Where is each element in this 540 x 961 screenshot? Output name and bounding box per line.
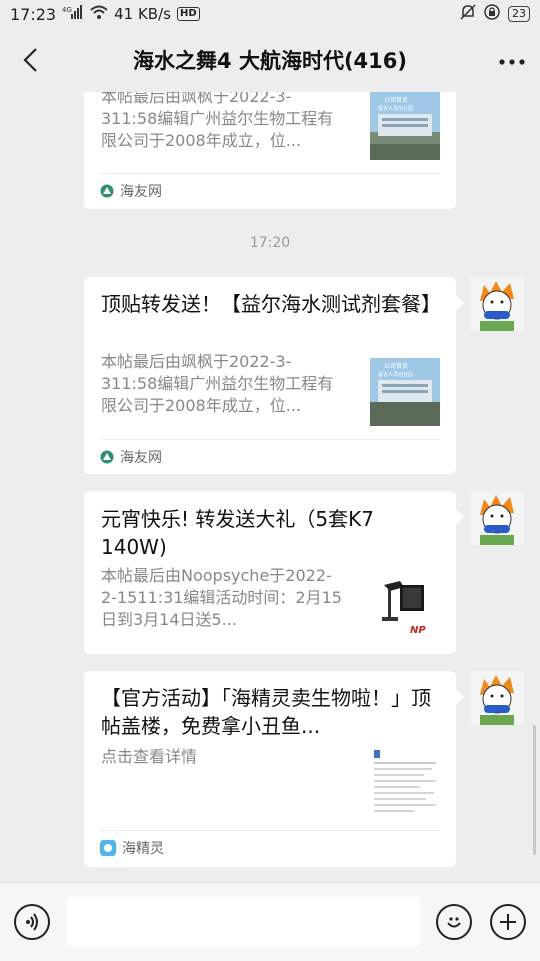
message-card[interactable]: 顶贴转发送！【益尔海水测试剂套餐】 本帖最后由飒枫于2022-3-311:58编…	[84, 277, 464, 474]
signal-icon: 4G	[62, 5, 84, 23]
timestamp: 17:20	[249, 235, 291, 251]
mute-icon	[460, 4, 476, 24]
plus-icon[interactable]	[490, 904, 526, 940]
message-input[interactable]	[66, 897, 420, 947]
message-title: 【官方活动】「海精灵卖生物啦！」顶帖盖楼，免费拿小丑鱼...	[101, 686, 431, 738]
avatar[interactable]	[470, 671, 524, 725]
source-icon	[100, 840, 116, 856]
chat-area[interactable]: 本帖最后由飒枫于2022-3-311:58编辑广州益尔生物工程有限公司于2008…	[0, 92, 540, 882]
avatar-image	[470, 491, 524, 545]
brand-logo-text: NP	[410, 625, 426, 636]
thumbnail-image: NP	[370, 571, 440, 639]
thumb-caption: 留言人员创业园	[378, 371, 413, 378]
status-time: 17:23	[10, 4, 57, 24]
message-source: 海友网	[100, 439, 440, 474]
thumb-caption: 留言人员创业园	[378, 105, 413, 112]
lock-icon	[484, 4, 500, 24]
message-card[interactable]: 【官方活动】「海精灵卖生物啦！」顶帖盖楼，免费拿小丑鱼... 点击查看详情 海精…	[84, 671, 464, 867]
message-source: 海友网	[100, 173, 440, 208]
avatar-image	[470, 671, 524, 725]
emoji-icon[interactable]	[436, 904, 472, 940]
thumbnail-image: 公司首页 留言人员创业园	[370, 358, 440, 426]
back-icon[interactable]	[14, 42, 46, 78]
battery-icon: 23	[508, 6, 530, 22]
thumbnail-image	[370, 748, 440, 824]
message-title: 顶贴转发送！【益尔海水测试剂套餐】	[101, 292, 441, 316]
wifi-icon	[90, 5, 108, 23]
thumb-caption: 公司首页	[384, 362, 408, 370]
source-name: 海友网	[120, 450, 162, 466]
avatar[interactable]	[470, 277, 524, 331]
source-icon	[100, 450, 114, 464]
bubble-tail	[456, 509, 464, 525]
network-label: 4G	[62, 6, 72, 14]
message-description: 点击查看详情	[101, 747, 198, 766]
chat-title: 海水之舞4 大航海时代(416)	[133, 49, 407, 73]
chat-header: 海水之舞4 大航海时代(416)	[0, 28, 540, 92]
message-card[interactable]: 本帖最后由飒枫于2022-3-311:58编辑广州益尔生物工程有限公司于2008…	[84, 92, 456, 209]
status-bar: 17:23 4G 41 KB/s HD 23	[0, 0, 540, 28]
voice-icon[interactable]	[14, 904, 50, 940]
message-description: 本帖最后由飒枫于2022-3-311:58编辑广州益尔生物工程有限公司于2008…	[101, 352, 334, 415]
network-speed: 41 KB/s	[114, 5, 171, 23]
avatar-image	[470, 277, 524, 331]
message-description: 本帖最后由飒枫于2022-3-311:58编辑广州益尔生物工程有限公司于2008…	[101, 92, 334, 150]
hd-icon: HD	[176, 7, 200, 21]
source-icon	[100, 184, 114, 198]
message-description: 本帖最后由Noopsyche于2022-2-1511:31编辑活动时间：2月15…	[101, 566, 342, 629]
avatar[interactable]	[470, 491, 524, 545]
thumb-caption: 公司首页	[384, 96, 408, 104]
more-icon[interactable]	[498, 44, 526, 72]
message-card[interactable]: 元宵快乐! 转发送大礼（5套K7 140W) 本帖最后由Noopsyche于20…	[84, 491, 464, 654]
source-name: 海精灵	[122, 841, 164, 857]
bubble-tail	[456, 689, 464, 705]
source-name: 海友网	[120, 184, 162, 200]
scrollbar[interactable]	[533, 725, 536, 855]
bubble-tail	[456, 295, 464, 311]
thumbnail-image: 公司首页 留言人员创业园	[370, 92, 440, 160]
input-bar	[0, 882, 540, 961]
message-title: 元宵快乐! 转发送大礼（5套K7 140W)	[101, 507, 374, 559]
message-source: 海精灵	[100, 830, 440, 865]
